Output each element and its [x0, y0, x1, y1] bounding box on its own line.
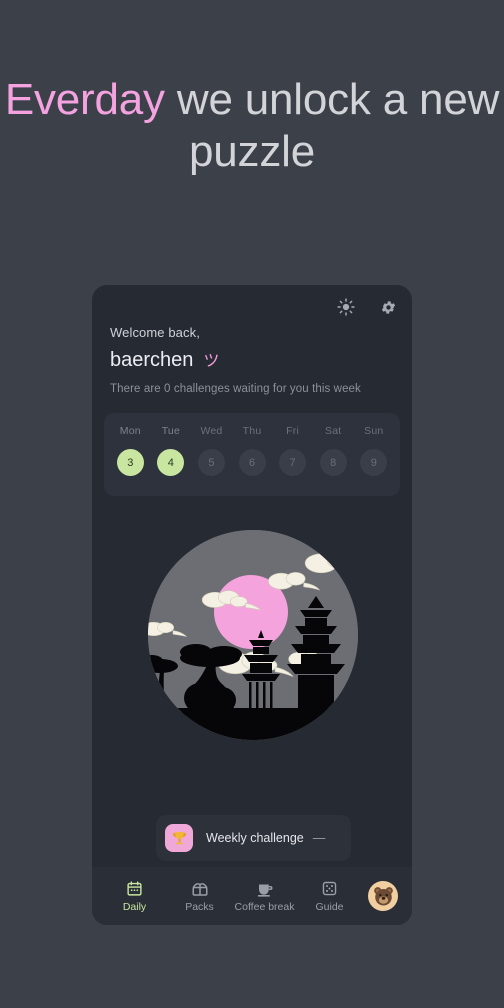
- app-screen: Everday we unlock a new puzzle Welcome b…: [0, 0, 504, 1008]
- bear-avatar[interactable]: [368, 881, 398, 911]
- week-date-circle[interactable]: 7: [279, 449, 307, 476]
- week-day-label: Thu: [242, 425, 262, 437]
- headline-rest: we unlock a new puzzle: [164, 75, 500, 176]
- weekly-challenge-button[interactable]: Weekly challenge —: [156, 815, 351, 861]
- nav-label: Packs: [185, 901, 214, 913]
- bottom-navigation: Daily Packs Coffee break Guide: [92, 867, 412, 925]
- week-date-circle[interactable]: 6: [238, 449, 266, 476]
- week-day-thu[interactable]: Thu 6: [232, 423, 273, 476]
- username-row: baerchen ツ: [110, 347, 400, 372]
- brightness-icon[interactable]: [334, 295, 358, 319]
- week-date-circle[interactable]: 5: [197, 449, 225, 476]
- week-date-circle[interactable]: 3: [116, 449, 144, 476]
- week-date-circle[interactable]: 4: [157, 449, 185, 476]
- japanese-night-scene-illustration: [148, 530, 358, 740]
- nav-item-guide[interactable]: Guide: [297, 879, 362, 913]
- greeting-block: Welcome back, baerchen ツ There are 0 cha…: [110, 325, 400, 395]
- nav-label: Coffee break: [234, 901, 295, 913]
- card-top-icons: [334, 295, 400, 319]
- settings-icon[interactable]: [376, 295, 400, 319]
- week-day-sat[interactable]: Sat 8: [313, 423, 354, 476]
- challenge-count-text: There are 0 challenges waiting for you t…: [110, 383, 361, 395]
- week-day-label: Tue: [161, 425, 181, 437]
- username-text: baerchen: [110, 349, 194, 371]
- welcome-text: Welcome back,: [110, 325, 200, 340]
- week-day-label: Sat: [324, 425, 342, 437]
- week-date-circle[interactable]: 9: [360, 449, 388, 476]
- weekly-challenge-label: Weekly challenge: [206, 831, 304, 845]
- calendar-icon: [126, 879, 143, 898]
- week-day-wed[interactable]: Wed 5: [191, 423, 232, 476]
- week-strip: Mon 3 Tue 4 Wed 5 Thu 6 Fri 7 Sat 8 Sun …: [104, 413, 400, 496]
- week-day-label: Wed: [200, 425, 223, 437]
- page-title: Everday we unlock a new puzzle: [0, 74, 504, 178]
- trophy-icon: [165, 824, 193, 852]
- coffee-cup-icon: [256, 879, 274, 898]
- week-day-fri[interactable]: Fri 7: [272, 423, 313, 476]
- week-day-mon[interactable]: Mon 3: [110, 423, 151, 476]
- nav-item-daily[interactable]: Daily: [102, 879, 167, 913]
- week-day-tue[interactable]: Tue 4: [151, 423, 192, 476]
- gift-box-icon: [191, 879, 209, 898]
- headline-accent-word: Everday: [4, 75, 165, 124]
- dice-icon: [321, 879, 338, 898]
- weekly-challenge-dash: —: [312, 831, 326, 845]
- week-row: Mon 3 Tue 4 Wed 5 Thu 6 Fri 7 Sat 8 Sun …: [110, 423, 394, 476]
- week-day-label: Sun: [364, 425, 384, 437]
- week-day-label: Fri: [286, 425, 300, 437]
- nav-label: Daily: [122, 901, 147, 913]
- nav-item-packs[interactable]: Packs: [167, 879, 232, 913]
- nav-label: Guide: [315, 901, 344, 913]
- smiley-emoji: ツ: [203, 353, 220, 370]
- week-day-sun[interactable]: Sun 9: [353, 423, 394, 476]
- nav-item-coffee-break[interactable]: Coffee break: [232, 879, 297, 913]
- app-card: Welcome back, baerchen ツ There are 0 cha…: [92, 285, 412, 925]
- week-day-label: Mon: [119, 425, 141, 437]
- week-date-circle[interactable]: 8: [319, 449, 347, 476]
